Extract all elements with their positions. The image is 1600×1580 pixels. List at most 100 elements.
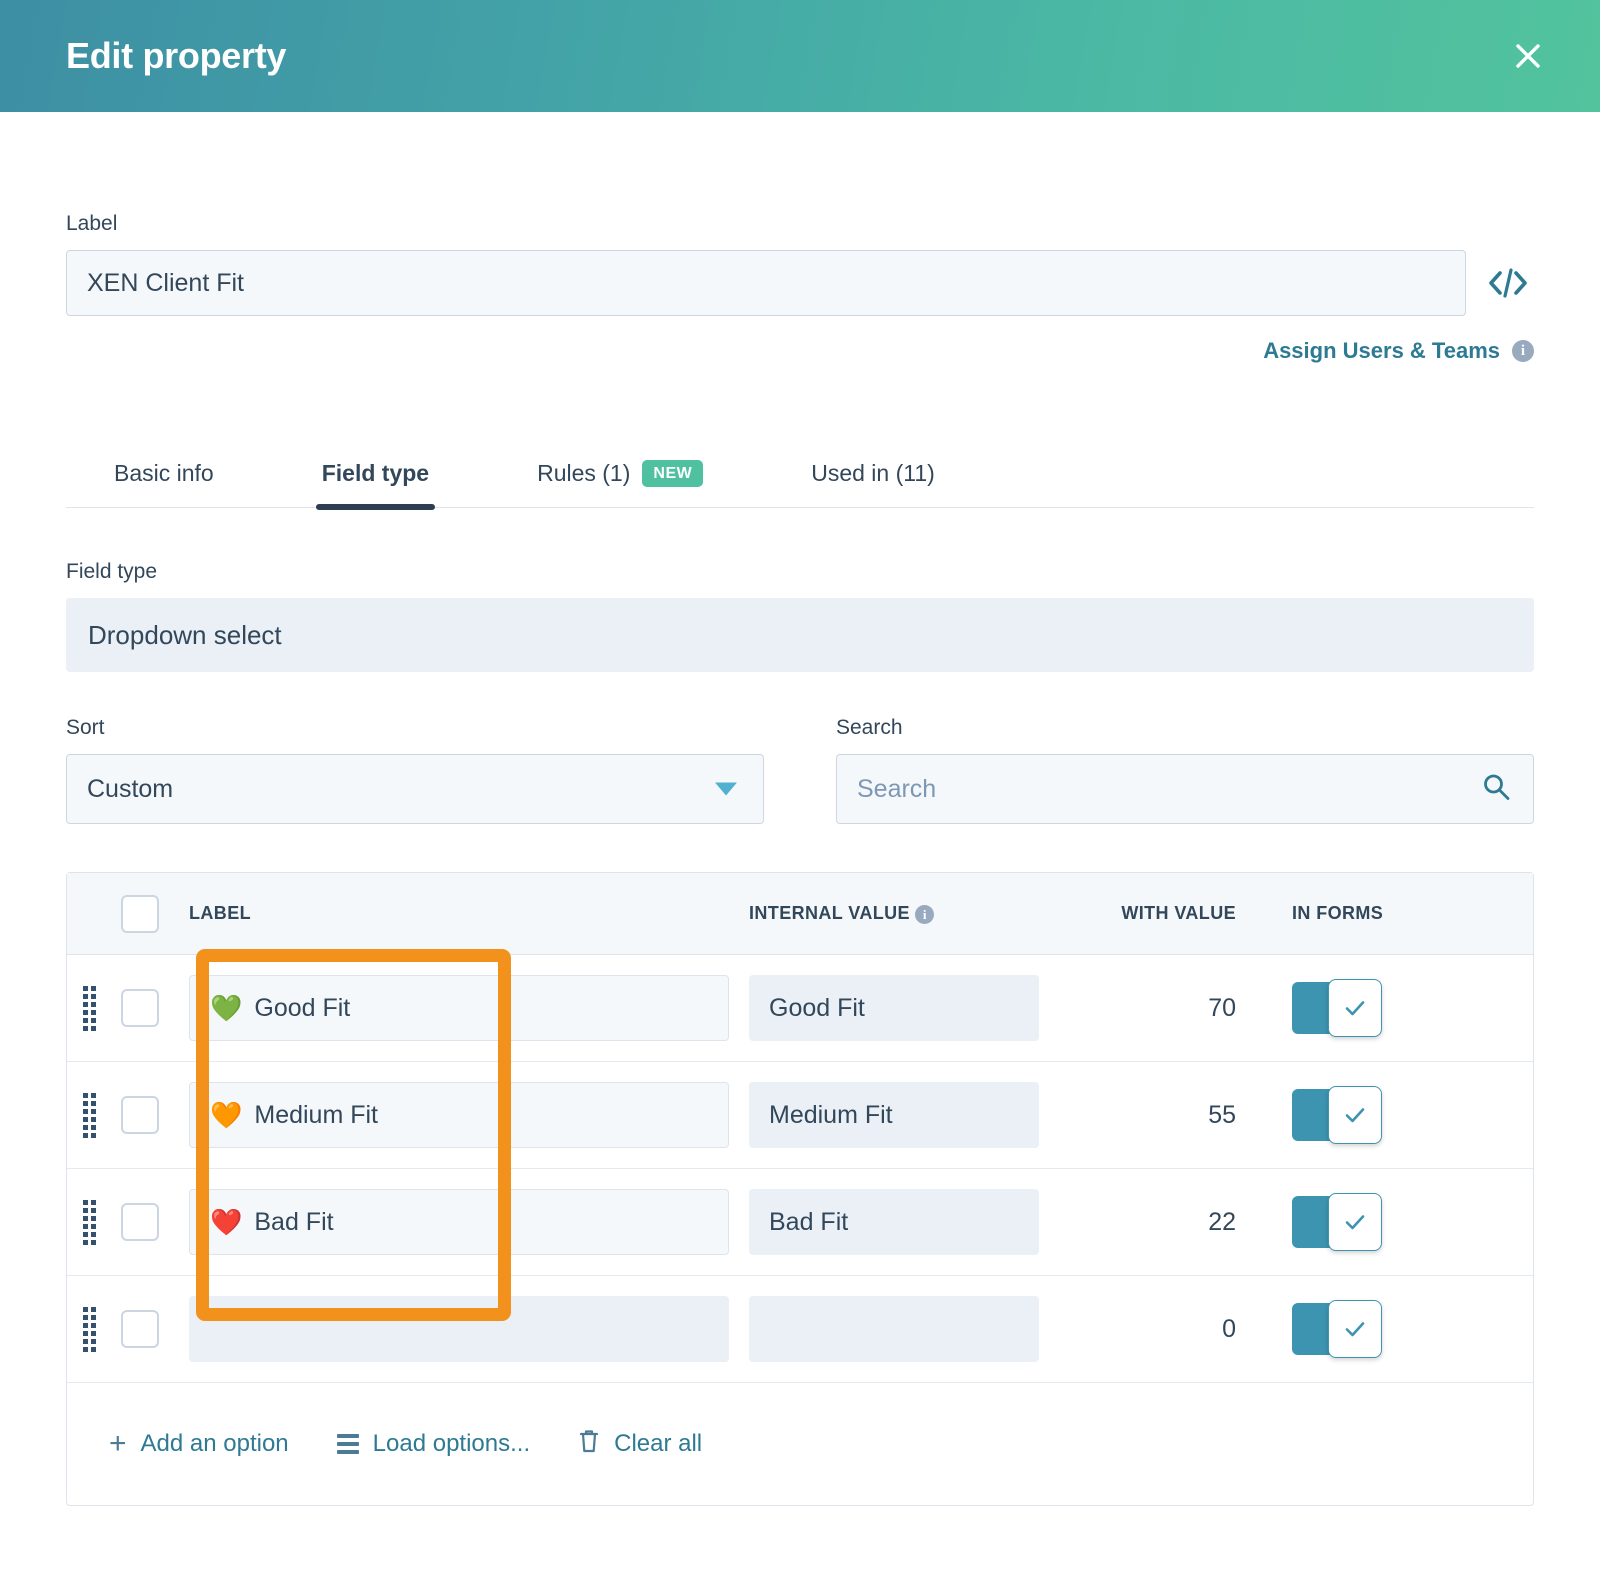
- drag-cell[interactable]: [67, 1307, 111, 1352]
- toggle-knob: [1328, 979, 1382, 1037]
- in-forms-toggle[interactable]: [1292, 1303, 1378, 1355]
- search-column: Search: [836, 716, 1534, 824]
- info-icon[interactable]: i: [1512, 340, 1534, 362]
- option-label-cell: 🧡 Medium Fit: [189, 1082, 749, 1148]
- toggle-knob: [1328, 1193, 1382, 1251]
- sort-search-row: Sort Custom Search: [66, 716, 1534, 824]
- option-label-input[interactable]: ❤️ Bad Fit: [189, 1189, 729, 1255]
- option-with-value: 0: [1039, 1315, 1264, 1344]
- clear-all-button[interactable]: Clear all: [578, 1428, 702, 1461]
- column-header-internal-value-text: INTERNAL VALUE: [749, 903, 910, 923]
- option-label-text: Bad Fit: [254, 1208, 333, 1237]
- plus-icon: +: [109, 1429, 127, 1459]
- drag-handle-icon[interactable]: [83, 1093, 96, 1138]
- option-internal-value: Medium Fit: [749, 1082, 1039, 1148]
- option-in-forms-cell: [1264, 1303, 1533, 1355]
- option-label-input[interactable]: 💚 Good Fit: [189, 975, 729, 1041]
- assign-users-teams-link[interactable]: Assign Users & Teams: [1263, 338, 1500, 364]
- sort-caption: Sort: [66, 716, 764, 740]
- option-in-forms-cell: [1264, 1196, 1533, 1248]
- option-internal-value-cell: Bad Fit: [749, 1189, 1039, 1255]
- green-heart-icon: 💚: [210, 995, 242, 1021]
- row-checkbox[interactable]: [121, 1310, 159, 1348]
- column-header-with-value: WITH VALUE: [1039, 903, 1264, 924]
- chevron-down-icon: [715, 783, 737, 796]
- search-icon[interactable]: [1481, 772, 1511, 807]
- drag-handle-icon[interactable]: [83, 986, 96, 1031]
- sort-select[interactable]: Custom: [66, 754, 764, 824]
- options-table: LABEL INTERNAL VALUE i WITH VALUE IN FOR…: [66, 872, 1534, 1506]
- option-in-forms-cell: [1264, 982, 1533, 1034]
- modal-body: Label Assign Users & Teams i Basic info …: [0, 212, 1600, 1506]
- row-checkbox[interactable]: [121, 1096, 159, 1134]
- field-type-value: Dropdown select: [66, 598, 1534, 672]
- tab-label: Field type: [322, 460, 429, 487]
- option-internal-value: [749, 1296, 1039, 1362]
- load-options-label: Load options...: [373, 1430, 530, 1458]
- row-select-cell: [111, 1096, 189, 1134]
- add-an-option-button[interactable]: + Add an option: [109, 1429, 289, 1459]
- select-all-checkbox[interactable]: [121, 895, 159, 933]
- table-row: 0: [67, 1276, 1533, 1383]
- label-field-row: [66, 250, 1534, 316]
- options-table-header: LABEL INTERNAL VALUE i WITH VALUE IN FOR…: [67, 873, 1533, 955]
- label-input[interactable]: [66, 250, 1466, 316]
- drag-cell[interactable]: [67, 1093, 111, 1138]
- in-forms-toggle[interactable]: [1292, 1089, 1378, 1141]
- drag-handle-icon[interactable]: [83, 1200, 96, 1245]
- column-header-in-forms: IN FORMS: [1264, 903, 1533, 924]
- status-badge: NEW: [642, 460, 703, 487]
- column-header-label: LABEL: [189, 903, 749, 924]
- option-with-value: 55: [1039, 1101, 1264, 1130]
- column-header-internal-value: INTERNAL VALUE i: [749, 903, 1039, 924]
- option-label-input[interactable]: [189, 1296, 729, 1362]
- option-label-text: Medium Fit: [254, 1101, 378, 1130]
- search-box[interactable]: [836, 754, 1534, 824]
- tab-basic-info[interactable]: Basic info: [114, 460, 214, 507]
- table-row: 💚 Good Fit Good Fit 70: [67, 955, 1533, 1062]
- close-icon[interactable]: [1506, 34, 1550, 78]
- tab-used-in[interactable]: Used in (11): [811, 460, 935, 507]
- clear-all-label: Clear all: [614, 1430, 702, 1458]
- field-type-caption: Field type: [66, 560, 1534, 584]
- table-row: 🧡 Medium Fit Medium Fit 55: [67, 1062, 1533, 1169]
- option-label-input[interactable]: 🧡 Medium Fit: [189, 1082, 729, 1148]
- red-heart-icon: ❤️: [210, 1209, 242, 1235]
- trash-icon: [578, 1428, 600, 1461]
- table-row: ❤️ Bad Fit Bad Fit 22: [67, 1169, 1533, 1276]
- load-options-button[interactable]: Load options...: [337, 1430, 530, 1458]
- toggle-knob: [1328, 1300, 1382, 1358]
- option-in-forms-cell: [1264, 1089, 1533, 1141]
- info-icon[interactable]: i: [915, 905, 934, 924]
- tab-rules[interactable]: Rules (1) NEW: [537, 460, 703, 507]
- drag-cell[interactable]: [67, 986, 111, 1031]
- option-with-value: 22: [1039, 1208, 1264, 1237]
- row-select-cell: [111, 989, 189, 1027]
- in-forms-toggle[interactable]: [1292, 1196, 1378, 1248]
- row-checkbox[interactable]: [121, 1203, 159, 1241]
- option-internal-value-cell: [749, 1296, 1039, 1362]
- orange-heart-icon: 🧡: [210, 1102, 242, 1128]
- drag-handle-icon[interactable]: [83, 1307, 96, 1352]
- option-label-text: Good Fit: [254, 994, 350, 1023]
- option-label-cell: [189, 1296, 749, 1362]
- search-input[interactable]: [837, 755, 1533, 823]
- options-table-footer: + Add an option Load options... Clear al…: [67, 1383, 1533, 1505]
- search-caption: Search: [836, 716, 1534, 740]
- drag-cell[interactable]: [67, 1200, 111, 1245]
- sort-selected-value: Custom: [87, 775, 173, 804]
- tab-label: Basic info: [114, 460, 214, 487]
- option-label-cell: ❤️ Bad Fit: [189, 1189, 749, 1255]
- code-brackets-icon[interactable]: [1482, 257, 1534, 309]
- in-forms-toggle[interactable]: [1292, 982, 1378, 1034]
- row-select-cell: [111, 1310, 189, 1348]
- tab-field-type[interactable]: Field type: [322, 460, 429, 507]
- modal-header: Edit property: [0, 0, 1600, 112]
- select-all-cell: [111, 895, 189, 933]
- option-internal-value-cell: Good Fit: [749, 975, 1039, 1041]
- option-internal-value-cell: Medium Fit: [749, 1082, 1039, 1148]
- row-checkbox[interactable]: [121, 989, 159, 1027]
- tab-label: Rules (1): [537, 460, 630, 487]
- tab-bar: Basic info Field type Rules (1) NEW Used…: [66, 436, 1534, 508]
- assign-users-teams-row: Assign Users & Teams i: [66, 338, 1534, 364]
